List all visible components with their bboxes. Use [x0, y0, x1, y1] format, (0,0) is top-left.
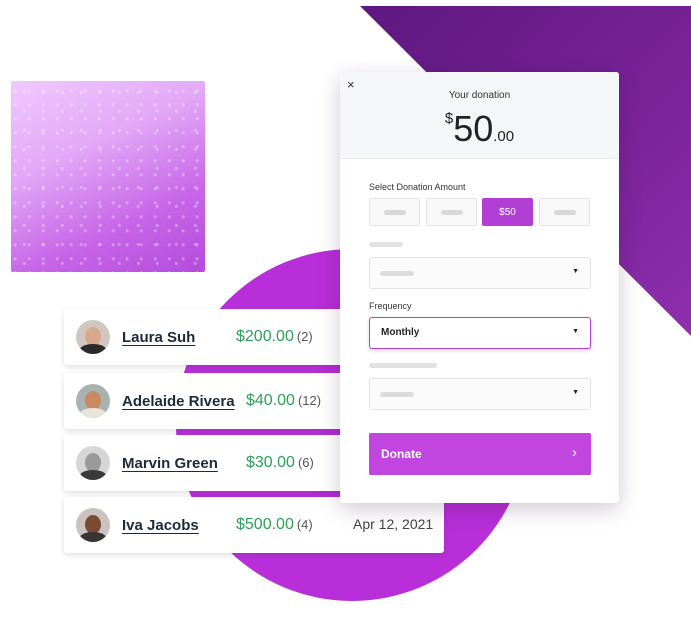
your-donation-label: Your donation [448, 90, 511, 101]
placeholder-dropdown-1[interactable]: ▼ [369, 257, 591, 289]
donation-count: (12) [297, 393, 322, 408]
donation-count: (6) [297, 455, 314, 470]
donation-count: (4) [296, 517, 313, 532]
field-label-placeholder [369, 363, 437, 368]
dropdown-caret-icon: ▼ [572, 328, 579, 335]
donor-amount: $500.00 (4) [236, 516, 313, 533]
avatar [76, 320, 110, 354]
panel-header: × Your donation $50.00 [340, 72, 619, 159]
chevron-right-icon: › [572, 444, 577, 461]
donation-panel: × Your donation $50.00 Select Donation A… [340, 72, 619, 503]
frequency-value: Monthly [381, 327, 420, 338]
amount-option-50[interactable]: $50 [482, 198, 533, 226]
donor-row: Adelaide Rivera $40.00 (12) [64, 373, 344, 429]
donor-row: Laura Suh $200.00 (2) [64, 309, 344, 365]
amount-option-1[interactable] [369, 198, 420, 226]
amount-whole: 50 [453, 108, 494, 149]
avatar [76, 446, 110, 480]
frequency-label: Frequency [369, 301, 412, 311]
donor-name-link[interactable]: Laura Suh [122, 329, 195, 346]
currency-symbol: $ [444, 110, 454, 127]
glitter-image [11, 81, 205, 272]
donation-date: Apr 12, 2021 [353, 516, 434, 532]
donor-amount: $40.00 (12) [246, 392, 322, 409]
frequency-dropdown[interactable]: Monthly ▼ [369, 317, 591, 349]
donor-amount: $200.00 (2) [236, 328, 313, 345]
donor-row: Marvin Green $30.00 (6) [64, 435, 344, 491]
dropdown-caret-icon: ▼ [572, 389, 579, 396]
amount-option-2[interactable] [426, 198, 477, 226]
select-amount-label: Select Donation Amount [369, 182, 466, 192]
avatar [76, 508, 110, 542]
donor-amount: $30.00 (6) [246, 454, 314, 471]
placeholder-dropdown-2[interactable]: ▼ [369, 378, 591, 410]
donation-count: (2) [296, 329, 313, 344]
donate-button[interactable]: Donate › [369, 433, 591, 475]
dropdown-caret-icon: ▼ [572, 268, 579, 275]
donor-name-link[interactable]: Marvin Green [122, 455, 218, 472]
amount-option-4[interactable] [539, 198, 590, 226]
donate-label: Donate [381, 447, 422, 461]
donation-amount-display: $50.00 [340, 108, 619, 150]
field-label-placeholder [369, 242, 403, 247]
donor-row: Iva Jacobs $500.00 (4) Apr 12, 2021 [64, 497, 444, 553]
avatar [76, 384, 110, 418]
donor-name-link[interactable]: Adelaide Rivera [122, 393, 235, 410]
donor-name-link[interactable]: Iva Jacobs [122, 517, 199, 534]
amount-cents: .00 [493, 128, 515, 145]
